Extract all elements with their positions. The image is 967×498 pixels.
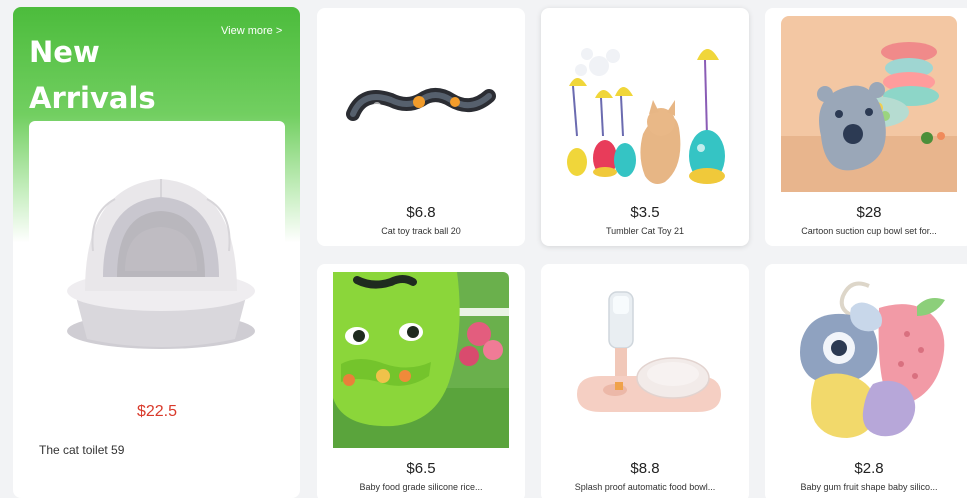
view-more-link[interactable]: View more >: [221, 25, 282, 37]
section-title: New Arrivals: [29, 35, 156, 115]
product-price: $2.8: [854, 460, 884, 477]
product-price: $6.5: [406, 460, 436, 477]
new-arrivals-section: New Arrivals View more > $22.5 The cat t…: [0, 0, 967, 498]
product-name: Cartoon suction cup bowl set for...: [801, 226, 937, 236]
product-price: $3.5: [630, 204, 660, 221]
featured-product-card[interactable]: $22.5 The cat toilet 59: [29, 121, 285, 487]
product-price: $28: [856, 204, 882, 221]
cat-litter-dome-image[interactable]: [41, 141, 273, 381]
featured-banner[interactable]: New Arrivals View more > $22.5 The cat t…: [13, 7, 300, 498]
product-name: Splash proof automatic food bowl...: [574, 482, 716, 492]
tumbler-cat-toy-image[interactable]: [557, 16, 733, 192]
product-name: Tumbler Cat Toy 21: [605, 226, 685, 236]
product-price: $8.8: [630, 460, 660, 477]
product-card[interactable]: $2.8 Baby gum fruit shape baby silico...: [765, 264, 967, 498]
featured-price: $22.5: [136, 403, 178, 420]
product-card[interactable]: $28 Cartoon suction cup bowl set for...: [765, 8, 967, 246]
featured-name: The cat toilet 59: [39, 443, 125, 457]
product-name: Cat toy track ball 20: [381, 226, 461, 236]
teether-toy-image[interactable]: [781, 272, 957, 448]
product-name: Baby gum fruit shape baby silico...: [800, 482, 938, 492]
silicone-bib-image[interactable]: [333, 272, 509, 448]
product-card[interactable]: $8.8 Splash proof automatic food bowl...: [541, 264, 749, 498]
product-card[interactable]: $3.5 Tumbler Cat Toy 21: [541, 8, 749, 246]
cat-track-ball-toy-image[interactable]: [333, 16, 509, 192]
product-card[interactable]: $6.5 Baby food grade silicone rice...: [317, 264, 525, 498]
product-card[interactable]: $6.8 Cat toy track ball 20: [317, 8, 525, 246]
product-name: Baby food grade silicone rice...: [359, 482, 483, 492]
automatic-food-bowl-image[interactable]: [557, 272, 733, 448]
product-price: $6.8: [406, 204, 436, 221]
suction-bowl-set-image[interactable]: [781, 16, 957, 192]
